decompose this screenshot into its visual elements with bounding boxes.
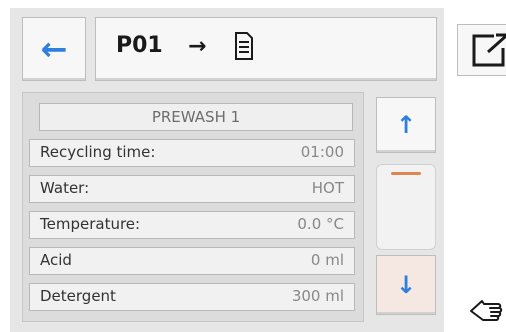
row-label: Temperature:: [40, 215, 141, 233]
export-button[interactable]: [457, 24, 506, 76]
arrow-down-icon: ↓: [395, 271, 417, 299]
row-value: 0.0 °C: [297, 215, 344, 233]
parameter-row-recycling-time[interactable]: Recycling time: 01:00: [29, 139, 355, 167]
arrow-right-icon: →: [188, 34, 207, 59]
scroll-thumb[interactable]: [376, 164, 436, 250]
parameter-list: PREWASH 1 Recycling time: 01:00 Water: H…: [22, 92, 364, 322]
export-icon: [472, 33, 506, 67]
row-value: HOT: [311, 179, 344, 197]
section-title: PREWASH 1: [39, 103, 353, 131]
row-label: Detergent: [40, 287, 116, 305]
back-button[interactable]: ←: [22, 17, 86, 81]
scroll-up-button[interactable]: ↑: [376, 97, 436, 153]
parameter-row-water[interactable]: Water: HOT: [29, 175, 355, 203]
row-label: Recycling time:: [40, 143, 156, 161]
scroll-down-button[interactable]: ↓: [376, 255, 436, 315]
row-value: 01:00: [300, 143, 344, 161]
row-value: 0 ml: [310, 251, 344, 269]
row-label: Acid: [40, 251, 72, 269]
program-id: P01: [116, 33, 163, 58]
arrow-up-icon: ↑: [395, 111, 417, 139]
row-value: 300 ml: [291, 287, 344, 305]
scroll-grip: [391, 172, 421, 175]
parameter-row-detergent[interactable]: Detergent 300 ml: [29, 283, 355, 311]
parameter-row-acid[interactable]: Acid 0 ml: [29, 247, 355, 275]
row-label: Water:: [40, 179, 90, 197]
hand-pointer-icon: [470, 300, 503, 321]
program-title-bar: P01 →: [95, 17, 506, 81]
document-icon[interactable]: [234, 32, 254, 60]
parameter-row-temperature[interactable]: Temperature: 0.0 °C: [29, 211, 355, 239]
arrow-left-icon: ←: [40, 30, 68, 68]
